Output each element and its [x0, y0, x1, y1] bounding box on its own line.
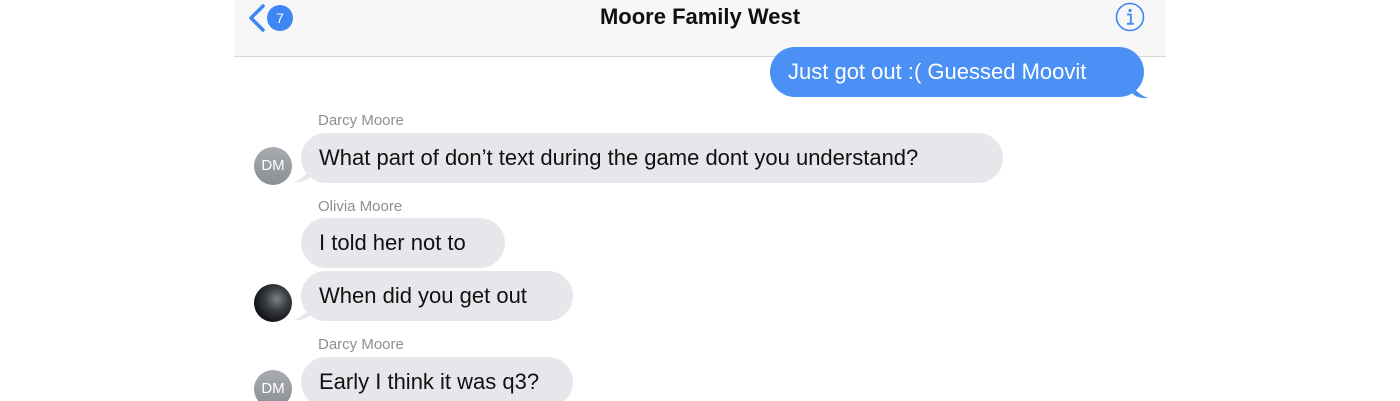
avatar[interactable] [254, 284, 292, 322]
conversation-title: Moore Family West [599, 4, 801, 29]
info-icon[interactable] [1115, 2, 1145, 32]
sender-name: Olivia Moore [318, 198, 403, 215]
message-text: I told her not to [319, 230, 466, 255]
avatar[interactable]: DM [254, 147, 292, 185]
avatar[interactable]: DM [254, 370, 292, 401]
sender-name: Darcy Moore [318, 336, 404, 353]
imessage-screen: 7 Moore Family West Just got out :( Gues… [234, 0, 1166, 401]
sender-name: Darcy Moore [318, 112, 404, 129]
incoming-message-bubble[interactable]: When did you get out [301, 271, 573, 321]
message-text: What part of don’t text during the game … [319, 145, 919, 170]
incoming-message-bubble[interactable]: What part of don’t text during the game … [301, 133, 1003, 183]
message-text: When did you get out [319, 283, 527, 308]
bubble-tail [1130, 79, 1148, 99]
incoming-message-bubble[interactable]: I told her not to [301, 218, 505, 268]
message-text: Just got out :( Guessed Moovit [788, 59, 1087, 84]
outgoing-message-bubble[interactable]: Just got out :( Guessed Moovit [770, 47, 1144, 97]
message-text: Early I think it was q3? [319, 369, 540, 394]
incoming-message-bubble[interactable]: Early I think it was q3? [301, 357, 573, 401]
